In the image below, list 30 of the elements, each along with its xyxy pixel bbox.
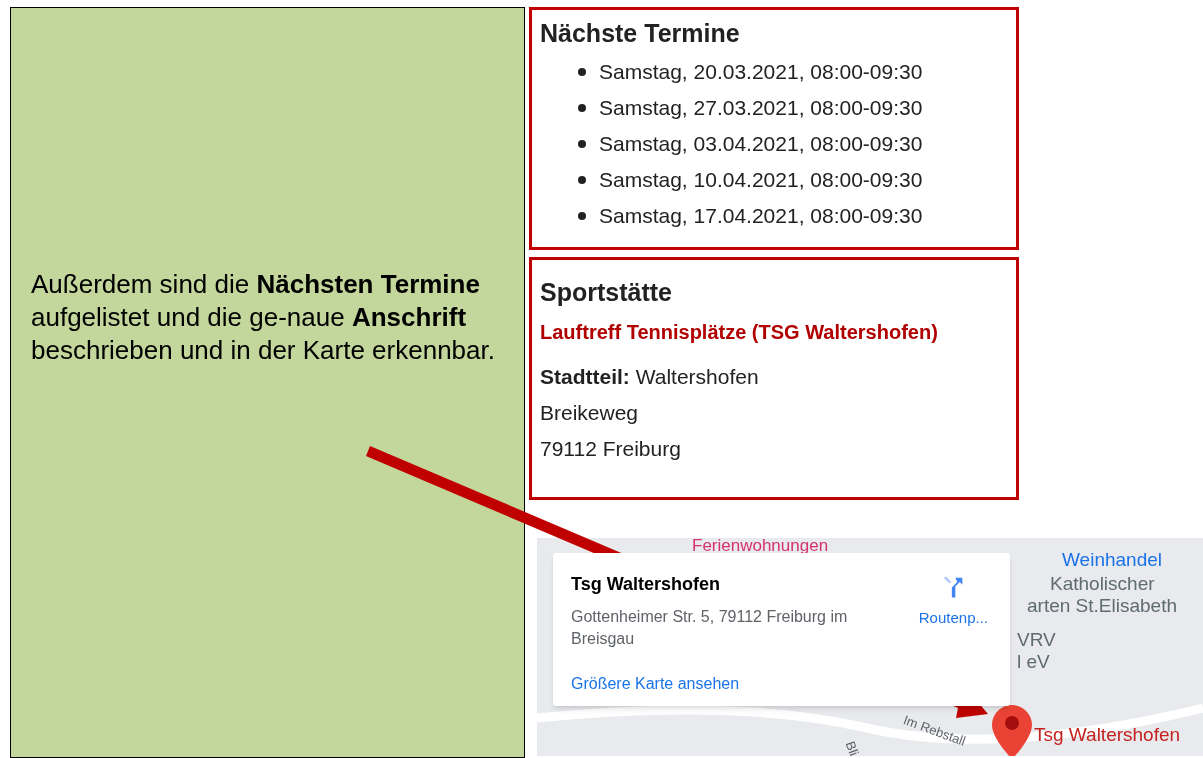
venue-title: Sportstätte <box>540 277 673 307</box>
map-label: Weinhandel <box>1062 550 1162 569</box>
map-label: Ferienwohnungen <box>692 538 829 554</box>
map-label: Katholischer <box>1050 574 1155 593</box>
directions-button[interactable]: Routenp... <box>918 573 988 630</box>
appointments-title: Nächste Termine <box>540 18 741 48</box>
map-label: l eV <box>1017 652 1050 671</box>
marker-label: Tsg Waltershofen <box>1034 723 1181 747</box>
appointment-date: Samstag, 27.03.2021, 08:00-09:30 <box>599 95 923 122</box>
appointment-date: Samstag, 10.04.2021, 08:00-09:30 <box>599 167 923 194</box>
appointment-date: Samstag, 17.04.2021, 08:00-09:30 <box>599 203 923 230</box>
venue-name: Lauftreff Tennisplätze (TSG Waltershofen) <box>540 320 939 345</box>
map-label: Bli <box>843 739 861 756</box>
bullet-icon <box>578 176 586 184</box>
map-label: VRV <box>1017 630 1056 649</box>
appointment-date: Samstag, 03.04.2021, 08:00-09:30 <box>599 131 923 158</box>
bullet-icon <box>578 104 586 112</box>
bullet-icon <box>578 68 586 76</box>
venue-street: Breikeweg <box>540 400 640 426</box>
appointment-date: Samstag, 20.03.2021, 08:00-09:30 <box>599 59 923 86</box>
annotation-text: Außerdem sind die Nächsten Termine aufgelistet und die ge-naue Anschrift beschrieben und in der Karte erkennbar. <box>31 268 496 367</box>
place-title: Tsg Waltershofen <box>571 573 721 596</box>
map-label: arten St.Elisabeth <box>1027 596 1177 615</box>
bullet-icon <box>578 212 586 220</box>
bullet-icon <box>578 140 586 148</box>
venue-district: Stadtteil: Waltershofen <box>540 364 760 390</box>
place-address: Gottenheimer Str. 5, 79112 Freiburg im Breisgau <box>571 607 849 649</box>
location-pin-icon <box>992 705 1032 756</box>
larger-map-link[interactable]: Größere Karte ansehen <box>571 672 861 696</box>
venue-city: 79112 Freiburg <box>540 436 682 462</box>
